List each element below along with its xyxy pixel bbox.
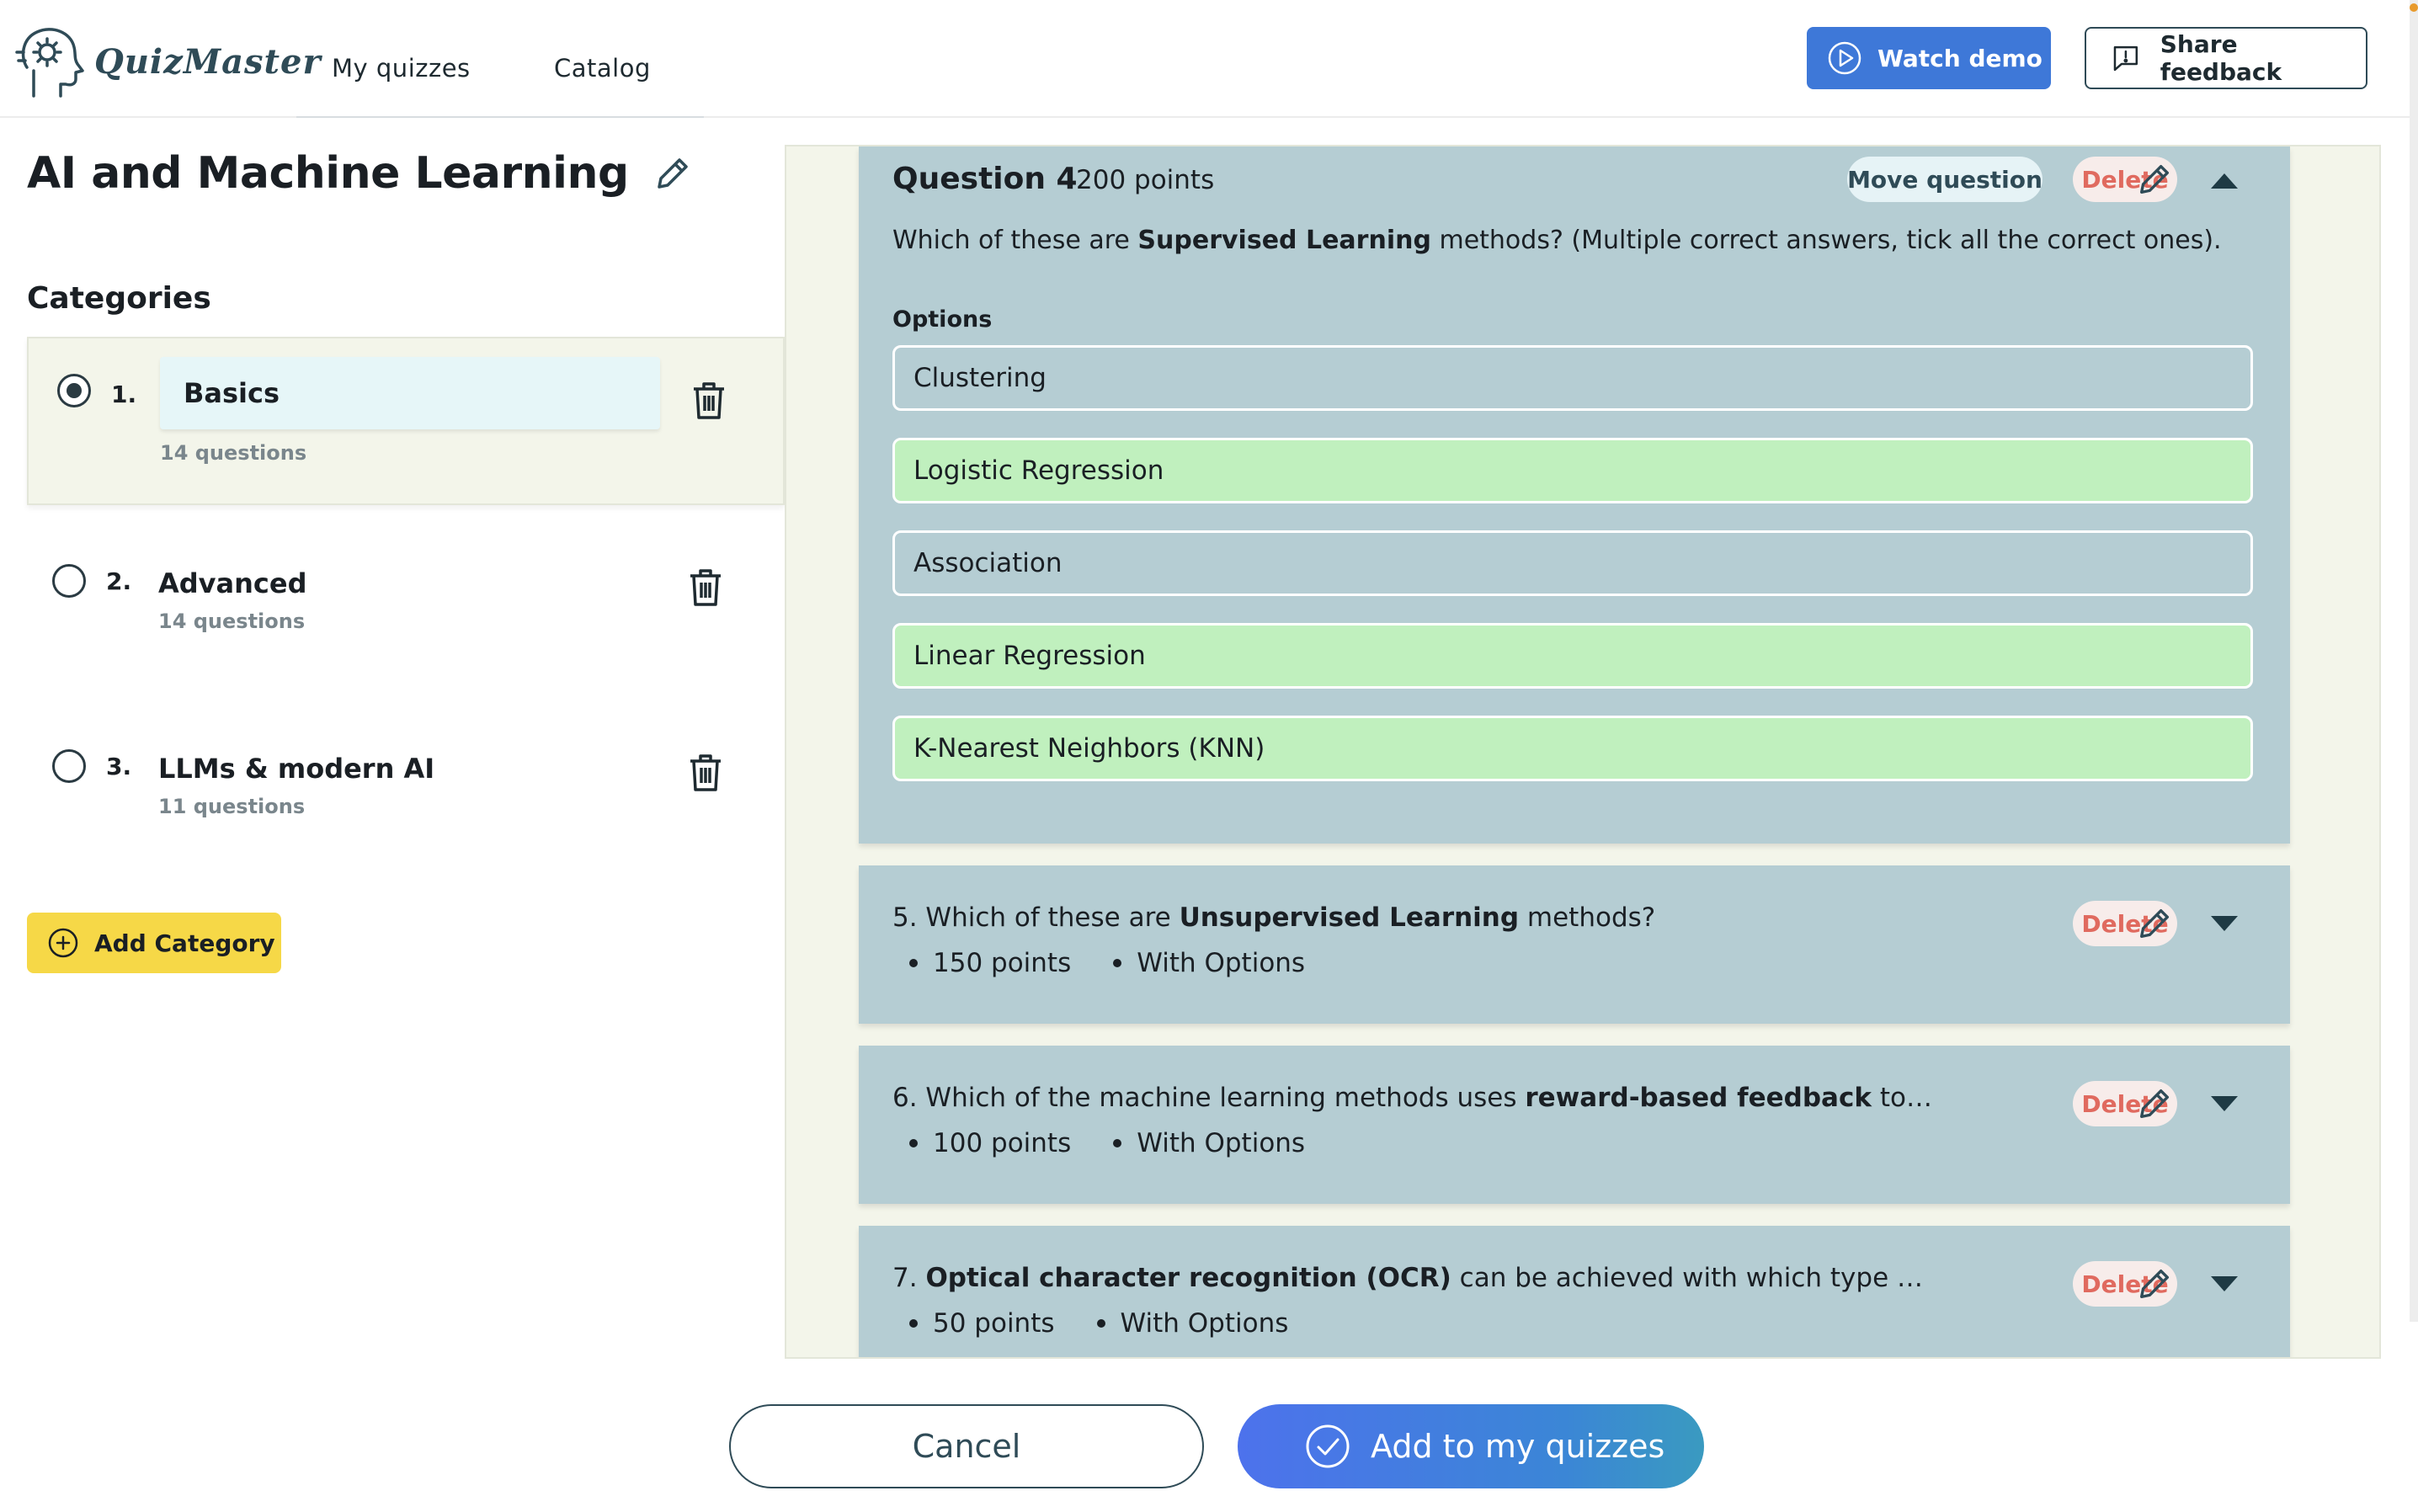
quiz-title: AI and Machine Learning [27, 148, 693, 199]
category-count: 14 questions [160, 441, 307, 465]
category-radio-basics[interactable] [57, 374, 91, 407]
option-knn[interactable]: K-Nearest Neighbors (KNN) [892, 716, 2253, 781]
head-gear-icon [15, 28, 84, 98]
pencil-icon[interactable] [2135, 1084, 2174, 1123]
category-name: Basics [184, 377, 280, 409]
question-text-part: 7. [892, 1263, 926, 1293]
question-points: 50 points [933, 1308, 1055, 1339]
question-text: Which of these are Supervised Learning m… [892, 226, 2222, 255]
question-text-bold: Supervised Learning [1137, 226, 1431, 255]
chevron-down-icon[interactable] [2209, 1094, 2240, 1115]
category-number: 1. [111, 381, 137, 408]
question-points: 200 points [1076, 165, 1215, 195]
question-text: 7. Optical character recognition (OCR) c… [892, 1263, 1936, 1293]
trash-icon[interactable] [687, 567, 724, 608]
question-card-4: Question 4 200 points Move question Dele… [859, 146, 2290, 844]
question-text-part: can be achieved with which type of Machi… [1459, 1263, 1936, 1293]
trash-icon[interactable] [687, 753, 724, 793]
move-question-button[interactable]: Move question [1847, 157, 2043, 202]
category-count: 11 questions [158, 795, 306, 818]
question-meta: 150 points With Options [896, 948, 1305, 978]
category-radio-advanced[interactable] [52, 564, 86, 598]
question-meta: 50 points With Options [896, 1308, 1288, 1339]
add-to-my-quizzes-label: Add to my quizzes [1371, 1428, 1665, 1465]
plus-circle-icon [48, 928, 78, 958]
category-radio-llms[interactable] [52, 749, 86, 783]
pencil-icon[interactable] [2135, 160, 2174, 199]
question-title: Question 4 [892, 162, 1078, 196]
question-type: With Options [1137, 1128, 1306, 1158]
question-type: With Options [1137, 948, 1306, 978]
question-text-part: 5. Which of these are [892, 902, 1180, 933]
category-item-advanced[interactable]: 2. Advanced 14 questions [27, 530, 785, 699]
question-text: 5. Which of these are Unsupervised Learn… [892, 902, 1936, 933]
category-number: 2. [106, 567, 132, 595]
bullet [1096, 1319, 1105, 1328]
share-feedback-button[interactable]: Share feedback [2085, 27, 2367, 89]
option-clustering[interactable]: Clustering [892, 345, 2253, 411]
feedback-icon [2113, 45, 2138, 72]
question-panel[interactable]: Question 4 200 points Move question Dele… [785, 145, 2381, 1359]
category-name: Advanced [158, 567, 307, 599]
bullet [1113, 1139, 1122, 1147]
notification-dot [2410, 3, 2418, 12]
question-text-part: Which of these are [892, 226, 1138, 255]
bullet [909, 1139, 918, 1147]
bullet [1113, 959, 1122, 967]
add-category-label: Add Category [94, 929, 275, 957]
chevron-down-icon[interactable] [2209, 1275, 2240, 1295]
watch-demo-button[interactable]: Watch demo [1807, 27, 2051, 89]
chevron-down-icon[interactable] [2209, 914, 2240, 934]
option-logistic-regression[interactable]: Logistic Regression [892, 438, 2253, 503]
check-circle-icon [1306, 1424, 1350, 1468]
category-count: 14 questions [158, 610, 306, 633]
question-text-part: 6. Which of the machine learning methods… [892, 1083, 1526, 1113]
app-logo[interactable]: QuizMaster [15, 24, 322, 99]
share-feedback-label: Share feedback [2160, 30, 2282, 86]
page-scrollbar[interactable] [2410, 0, 2418, 1322]
category-name: LLMs & modern AI [158, 753, 435, 785]
add-to-my-quizzes-button[interactable]: Add to my quizzes [1238, 1404, 1704, 1488]
question-text-bold: Optical character recognition (OCR) [925, 1263, 1451, 1293]
question-text-bold: reward-based feedback [1525, 1083, 1872, 1113]
question-text: 6. Which of the machine learning methods… [892, 1083, 1936, 1113]
category-item-llms[interactable]: 3. LLMs & modern AI 11 questions [27, 716, 785, 884]
question-type: With Options [1120, 1308, 1289, 1339]
pencil-icon[interactable] [2135, 1264, 2174, 1303]
cancel-button[interactable]: Cancel [729, 1404, 1204, 1488]
category-number: 3. [106, 753, 132, 780]
question-meta: 100 points With Options [896, 1128, 1305, 1158]
question-card-7[interactable]: 7. Optical character recognition (OCR) c… [859, 1226, 2290, 1357]
main-nav: My quizzes Catalog [296, 0, 704, 118]
pencil-icon[interactable] [652, 153, 693, 194]
question-text-part: methods? [1519, 902, 1656, 933]
question-points: 100 points [933, 1128, 1072, 1158]
nav-catalog[interactable]: Catalog [554, 54, 651, 83]
bullet [909, 1319, 918, 1328]
question-text-part: methods? (Multiple correct answers, tick… [1430, 226, 2222, 255]
question-text-bold: Unsupervised Learning [1179, 902, 1520, 933]
bullet [909, 959, 918, 967]
quiz-title-text: AI and Machine Learning [27, 148, 629, 199]
options-label: Options [892, 306, 993, 333]
question-points: 150 points [933, 948, 1072, 978]
category-item-basics[interactable]: 1. Basics 14 questions [27, 337, 785, 505]
categories-heading: Categories [27, 281, 211, 316]
pencil-icon[interactable] [2135, 904, 2174, 943]
play-circle-icon [1828, 41, 1861, 75]
nav-my-quizzes[interactable]: My quizzes [332, 54, 471, 83]
app-name: QuizMaster [94, 41, 322, 82]
add-category-button[interactable]: Add Category [27, 913, 281, 973]
option-association[interactable]: Association [892, 530, 2253, 596]
question-text-part: to learn a… [1879, 1083, 1936, 1113]
watch-demo-label: Watch demo [1877, 44, 2043, 72]
option-linear-regression[interactable]: Linear Regression [892, 623, 2253, 689]
trash-icon[interactable] [690, 381, 727, 421]
chevron-up-icon[interactable] [2209, 170, 2240, 190]
question-card-6[interactable]: 6. Which of the machine learning methods… [859, 1046, 2290, 1204]
question-card-5[interactable]: 5. Which of these are Unsupervised Learn… [859, 865, 2290, 1024]
top-bar: QuizMaster My quizzes Catalog Watch demo… [0, 0, 2418, 118]
